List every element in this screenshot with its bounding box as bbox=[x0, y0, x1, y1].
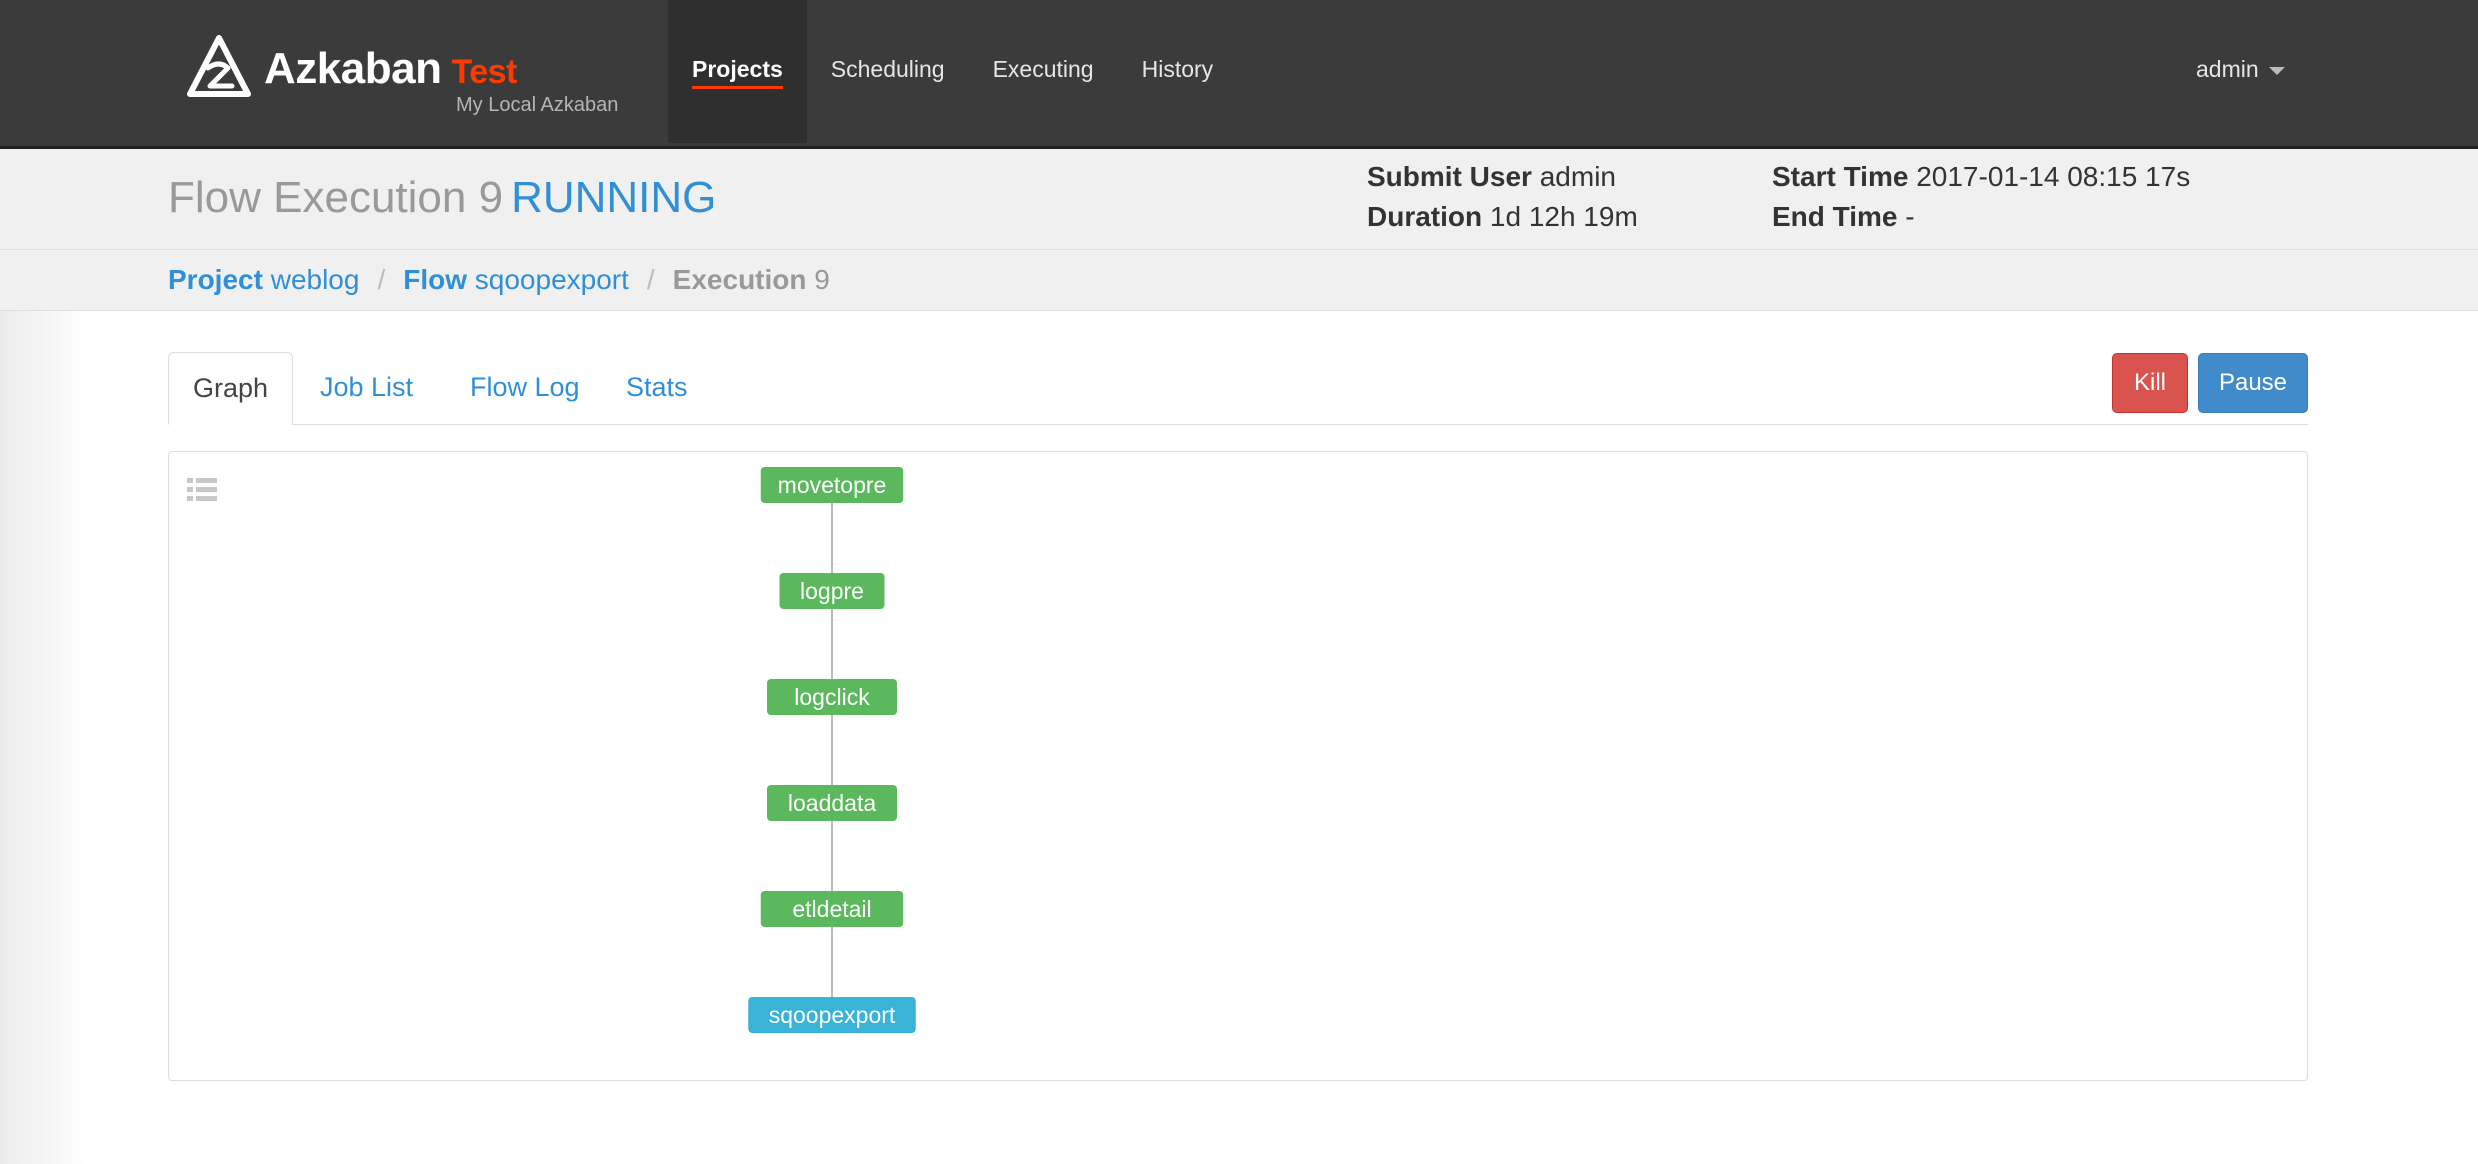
chevron-down-icon bbox=[2268, 67, 2285, 75]
graph-node-logclick[interactable]: logclick bbox=[767, 679, 897, 715]
graph-panel: movetopre logpre logclick loaddata etldetail… bbox=[168, 451, 2308, 1081]
graph-node-label: etldetail bbox=[792, 896, 871, 922]
nav-history[interactable]: History bbox=[1118, 0, 1238, 143]
graph-node-movetopre[interactable]: movetopre bbox=[760, 467, 904, 503]
main-nav: Projects Scheduling Executing History bbox=[668, 0, 1237, 143]
azkaban-logo-icon bbox=[187, 35, 251, 97]
graph-node-logpre[interactable]: logpre bbox=[779, 573, 885, 609]
breadcrumb-execution: Execution 9 bbox=[672, 264, 830, 295]
breadcrumb-separator: / bbox=[377, 264, 386, 295]
graph-node-label: logpre bbox=[800, 578, 864, 604]
nav-executing[interactable]: Executing bbox=[969, 0, 1118, 143]
graph-node-sqoopexport[interactable]: sqoopexport bbox=[748, 997, 916, 1033]
submit-user-info: Submit User admin bbox=[1367, 161, 1616, 192]
graph-node-label: movetopre bbox=[778, 472, 887, 498]
execution-tabs: Graph Job List Flow Log Stats bbox=[168, 352, 2308, 425]
tab-graph[interactable]: Graph bbox=[168, 352, 294, 425]
graph-node-label: loaddata bbox=[788, 790, 876, 816]
tab-job-list[interactable]: Job List bbox=[296, 352, 437, 424]
brand-subtitle: My Local Azkaban bbox=[456, 94, 619, 116]
breadcrumb-separator: / bbox=[646, 264, 655, 295]
breadcrumb-project-link[interactable]: Project weblog bbox=[168, 264, 359, 296]
start-time-info: Start Time 2017-01-14 08:15 17s bbox=[1772, 161, 2191, 192]
breadcrumb: Project weblog / Flow sqoopexport / Exec… bbox=[0, 250, 2478, 311]
flow-graph: movetopre logpre logclick loaddata etldetail… bbox=[748, 467, 916, 1033]
brand-environment: Test bbox=[451, 53, 517, 91]
graph-node-loaddata[interactable]: loaddata bbox=[767, 785, 897, 821]
graph-node-label: sqoopexport bbox=[769, 1002, 896, 1028]
nav-scheduling[interactable]: Scheduling bbox=[807, 0, 969, 143]
pause-button[interactable]: Pause bbox=[2198, 353, 2308, 413]
user-menu[interactable]: admin bbox=[2196, 56, 2285, 83]
graph-node-label: logclick bbox=[794, 684, 870, 710]
execution-header: Flow Execution 9 RUNNING Submit User admi… bbox=[0, 149, 2478, 250]
tab-stats[interactable]: Stats bbox=[602, 352, 712, 424]
brand-name: Azkaban Test bbox=[264, 44, 517, 93]
user-name: admin bbox=[2196, 56, 2259, 82]
kill-button[interactable]: Kill bbox=[2112, 353, 2188, 413]
breadcrumb-flow-link[interactable]: Flow sqoopexport bbox=[403, 264, 629, 296]
active-nav-indicator bbox=[692, 86, 783, 89]
nav-projects[interactable]: Projects bbox=[668, 0, 807, 143]
status-badge: RUNNING bbox=[511, 173, 717, 222]
top-navbar: Azkaban Test My Local Azkaban Projects Sc… bbox=[0, 0, 2478, 149]
tab-flow-log[interactable]: Flow Log bbox=[446, 352, 604, 424]
graph-node-etldetail[interactable]: etldetail bbox=[760, 891, 904, 927]
page-title: Flow Execution 9 RUNNING bbox=[168, 173, 717, 222]
end-time-info: End Time - bbox=[1772, 201, 1915, 232]
duration-info: Duration 1d 12h 19m bbox=[1367, 201, 1638, 232]
